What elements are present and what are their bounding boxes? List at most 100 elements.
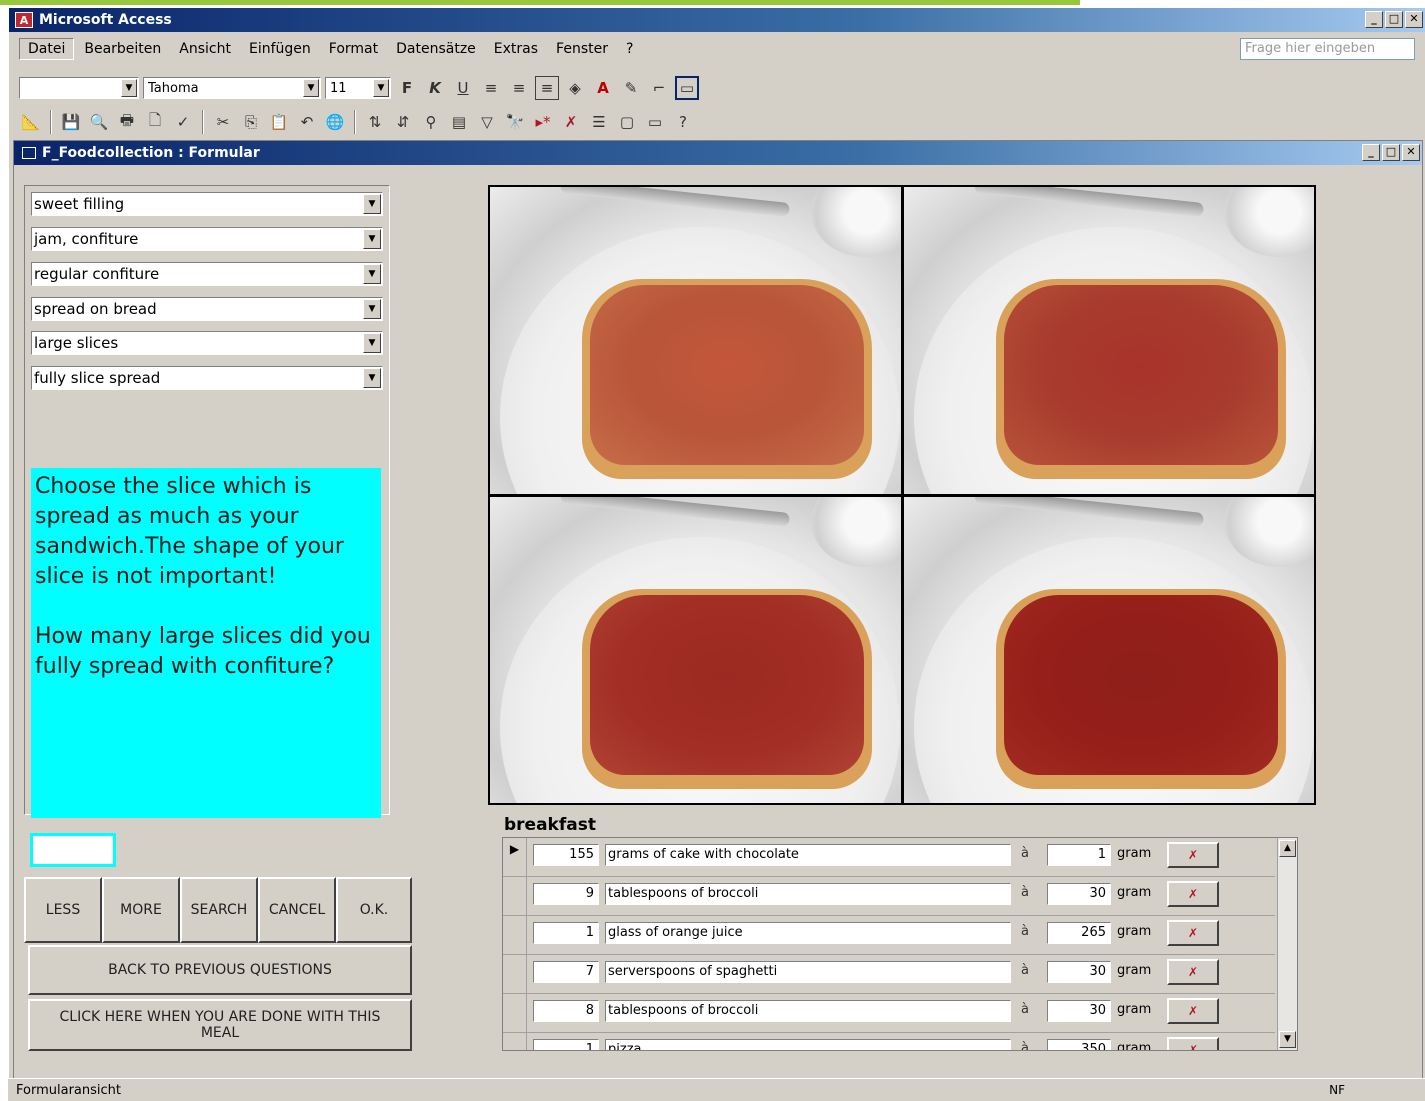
delete-record-icon[interactable]: ✗ — [1167, 920, 1219, 946]
maximize-icon[interactable]: □ — [1385, 11, 1403, 28]
align-center-icon[interactable]: ≡ — [507, 76, 531, 100]
table-row[interactable]: 1 glass of orange juice à 265 gram ✗ — [503, 916, 1275, 955]
filter-selection-icon[interactable]: ⚲ — [419, 110, 443, 134]
object-combo[interactable]: ▼ — [19, 77, 139, 99]
subform-scrollbar[interactable]: ▲ ▼ — [1277, 838, 1297, 1050]
record-selector[interactable] — [503, 1033, 527, 1050]
food-description-field[interactable]: glass of orange juice — [605, 922, 1011, 944]
quantity-field[interactable]: 7 — [533, 961, 599, 983]
ok-button[interactable]: O.K. — [336, 877, 412, 943]
table-row[interactable]: 7 serverspoons of spaghetti à 30 gram ✗ — [503, 955, 1275, 994]
chevron-down-icon[interactable]: ▼ — [363, 299, 381, 319]
record-selector[interactable] — [503, 916, 527, 955]
quantity-field[interactable]: 155 — [533, 844, 599, 866]
current-record-icon[interactable]: ▶ — [503, 838, 527, 877]
gram-field[interactable]: 30 — [1047, 1000, 1111, 1022]
portion-photo-2[interactable] — [903, 187, 1314, 494]
italic-button[interactable]: K — [423, 76, 447, 100]
category-dropdown-3[interactable]: regular confiture ▼ — [31, 262, 383, 286]
save-icon[interactable]: 💾 — [59, 110, 83, 134]
search-button[interactable]: SEARCH — [180, 877, 258, 943]
category-dropdown-5[interactable]: large slices ▼ — [31, 331, 383, 355]
hyperlink-icon[interactable]: 🌐 — [323, 110, 347, 134]
font-combo[interactable]: Tahoma ▼ — [143, 77, 321, 99]
cancel-button[interactable]: CANCEL — [258, 877, 336, 943]
less-button[interactable]: LESS — [24, 877, 102, 943]
food-description-field[interactable]: serverspoons of spaghetti — [605, 961, 1011, 983]
new-object-icon[interactable]: ▭ — [643, 110, 667, 134]
table-row[interactable]: 1 pizza à 350 gram ✗ — [503, 1033, 1275, 1050]
food-description-field[interactable]: tablespoons of broccoli — [605, 883, 1011, 905]
more-button[interactable]: MORE — [102, 877, 180, 943]
delete-record-icon[interactable]: ✗ — [559, 110, 583, 134]
delete-record-icon[interactable]: ✗ — [1167, 959, 1219, 985]
filter-form-icon[interactable]: ▤ — [447, 110, 471, 134]
menu-datensaetze[interactable]: Datensätze — [388, 39, 484, 59]
view-icon[interactable]: 📐 — [19, 110, 43, 134]
search-file-icon[interactable]: 🔍 — [87, 110, 111, 134]
menu-einfuegen[interactable]: Einfügen — [241, 39, 319, 59]
delete-record-icon[interactable]: ✗ — [1167, 998, 1219, 1024]
align-left-icon[interactable]: ≡ — [479, 76, 503, 100]
category-dropdown-4[interactable]: spread on bread ▼ — [31, 297, 383, 321]
sort-descending-icon[interactable]: ⇵ — [391, 110, 415, 134]
menu-help[interactable]: ? — [618, 39, 641, 59]
quantity-field[interactable]: 1 — [533, 1039, 599, 1050]
special-effect-icon[interactable]: ▭ — [675, 76, 699, 100]
font-size-combo[interactable]: 11 ▼ — [325, 77, 391, 99]
portion-photo-3[interactable] — [490, 496, 901, 803]
help-icon[interactable]: ? — [671, 110, 695, 134]
record-selector[interactable] — [503, 994, 527, 1033]
chevron-down-icon[interactable]: ▼ — [363, 264, 381, 284]
food-description-field[interactable]: grams of cake with chocolate — [605, 844, 1011, 866]
print-preview-icon[interactable]: 🗋 — [143, 110, 167, 134]
scroll-up-icon[interactable]: ▲ — [1279, 840, 1296, 857]
bold-button[interactable]: F — [395, 76, 419, 100]
paste-icon[interactable]: 📋 — [267, 110, 291, 134]
align-right-icon[interactable]: ≡ — [535, 76, 559, 100]
gram-field[interactable]: 1 — [1047, 844, 1111, 866]
quantity-field[interactable]: 8 — [533, 1000, 599, 1022]
menu-extras[interactable]: Extras — [486, 39, 546, 59]
minimize-icon[interactable]: _ — [1365, 11, 1383, 28]
back-to-previous-questions-button[interactable]: BACK TO PREVIOUS QUESTIONS — [28, 945, 412, 995]
done-with-meal-button[interactable]: CLICK HERE WHEN YOU ARE DONE WITH THIS M… — [28, 999, 412, 1051]
table-row[interactable]: ▶ 155 grams of cake with chocolate à 1 g… — [503, 838, 1275, 877]
table-row[interactable]: 9 tablespoons of broccoli à 30 gram ✗ — [503, 877, 1275, 916]
scroll-down-icon[interactable]: ▼ — [1279, 1031, 1296, 1048]
record-selector[interactable] — [503, 877, 527, 916]
quantity-field[interactable]: 9 — [533, 883, 599, 905]
delete-record-icon[interactable]: ✗ — [1167, 881, 1219, 907]
help-search-input[interactable]: Frage hier eingeben — [1240, 38, 1415, 60]
copy-icon[interactable]: ⎘ — [239, 110, 263, 134]
maximize-icon[interactable]: □ — [1382, 144, 1400, 161]
new-record-icon[interactable]: ▸* — [531, 110, 555, 134]
menu-fenster[interactable]: Fenster — [548, 39, 616, 59]
answer-input[interactable] — [30, 833, 116, 867]
print-icon[interactable]: 🖶 — [115, 110, 139, 134]
database-window-icon[interactable]: ▢ — [615, 110, 639, 134]
gram-field[interactable]: 30 — [1047, 883, 1111, 905]
food-description-field[interactable]: pizza — [605, 1039, 1011, 1050]
chevron-down-icon[interactable]: ▼ — [363, 229, 381, 249]
delete-record-icon[interactable]: ✗ — [1167, 1037, 1219, 1050]
portion-photo-1[interactable] — [490, 187, 901, 494]
menu-ansicht[interactable]: Ansicht — [171, 39, 239, 59]
quantity-field[interactable]: 1 — [533, 922, 599, 944]
gram-field[interactable]: 265 — [1047, 922, 1111, 944]
table-row[interactable]: 8 tablespoons of broccoli à 30 gram ✗ — [503, 994, 1275, 1033]
chevron-down-icon[interactable]: ▼ — [363, 194, 381, 214]
cut-icon[interactable]: ✂ — [211, 110, 235, 134]
properties-icon[interactable]: ☰ — [587, 110, 611, 134]
spelling-icon[interactable]: ✓ — [171, 110, 195, 134]
portion-photo-4[interactable] — [903, 496, 1314, 803]
undo-icon[interactable]: ↶ — [295, 110, 319, 134]
delete-record-icon[interactable]: ✗ — [1167, 842, 1219, 868]
font-color-icon[interactable]: A — [591, 76, 615, 100]
fill-color-icon[interactable]: ◈ — [563, 76, 587, 100]
underline-button[interactable]: U — [451, 76, 475, 100]
minimize-icon[interactable]: _ — [1362, 144, 1380, 161]
find-icon[interactable]: 🔭 — [503, 110, 527, 134]
chevron-down-icon[interactable]: ▼ — [363, 368, 381, 388]
gram-field[interactable]: 350 — [1047, 1039, 1111, 1050]
